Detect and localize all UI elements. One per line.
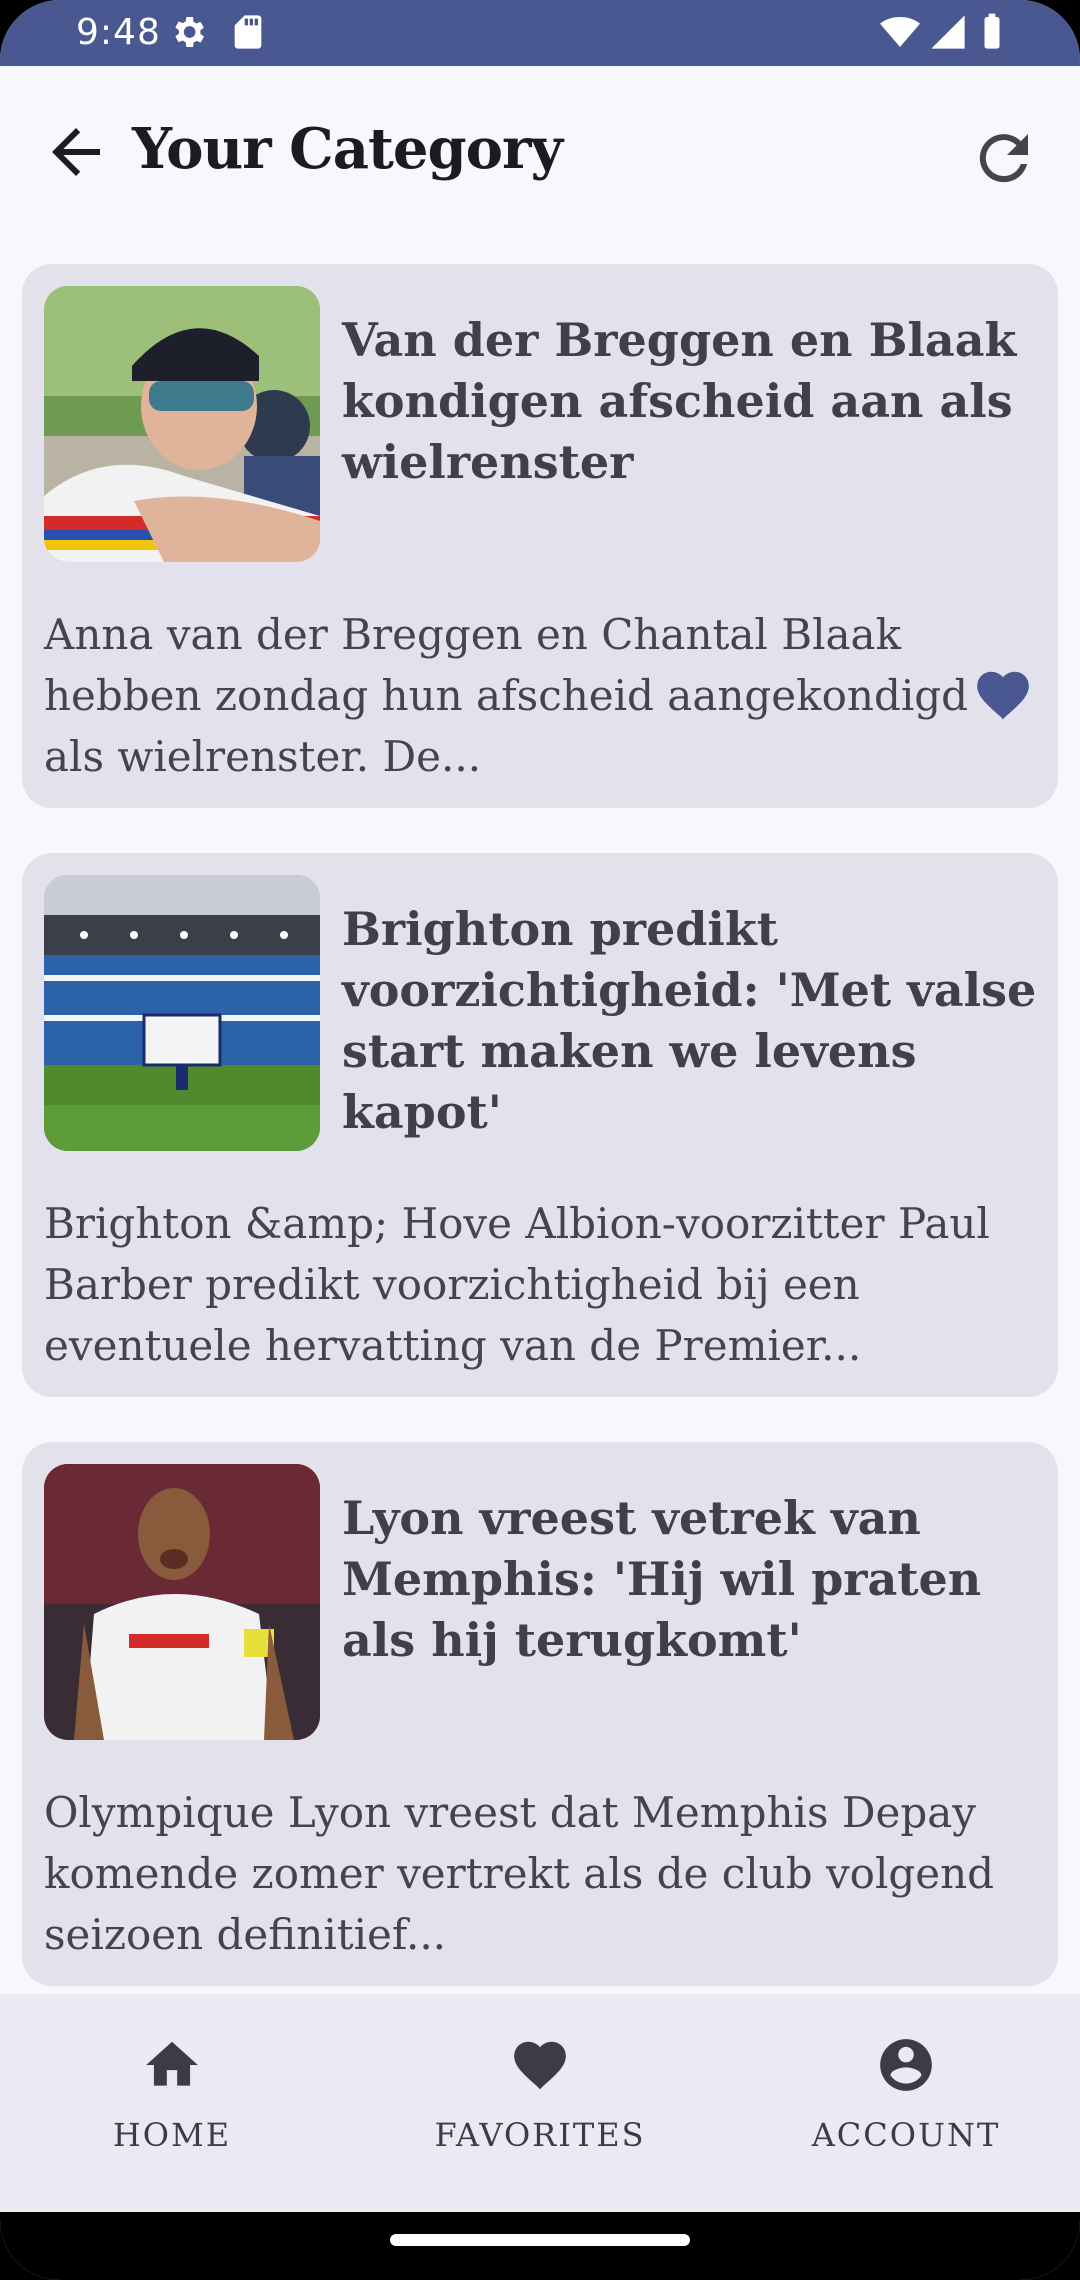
sim-card-icon (234, 15, 262, 49)
article-card[interactable]: Brighton predikt voorzichtigheid: 'Met v… (22, 853, 1058, 1397)
nav-item-favorites[interactable]: FAVORITES (380, 2034, 700, 2184)
nav-label: HOME (112, 2116, 232, 2154)
article-title: Lyon vreest vetrek van Memphis: 'Hij wil… (342, 1491, 982, 1667)
arrow-back-icon[interactable] (40, 116, 112, 188)
article-title: Brighton predikt voorzichtigheid: 'Met v… (342, 902, 1037, 1139)
article-title: Van der Breggen en Blaak kondigen afsche… (342, 313, 1017, 489)
gesture-bar (0, 2212, 1080, 2280)
nav-label: FAVORITES (434, 2116, 646, 2154)
battery-icon (984, 13, 1000, 49)
article-image-footballer (44, 1464, 320, 1740)
nav-item-account[interactable]: ACCOUNT (746, 2034, 1066, 2184)
app-bar: Your Category (0, 66, 1080, 244)
account-circle-icon (880, 2039, 932, 2091)
article-image-cyclist (44, 286, 320, 562)
article-card[interactable]: Van der Breggen en Blaak kondigen afsche… (22, 264, 1058, 808)
heart-icon[interactable] (972, 664, 1034, 726)
article-image-stadium (44, 875, 320, 1151)
article-card[interactable]: Lyon vreest vetrek van Memphis: 'Hij wil… (22, 1442, 1058, 1986)
status-bar: 9:48 (0, 0, 1080, 66)
heart-icon (514, 2041, 566, 2090)
status-time: 9:48 (76, 12, 161, 53)
phone-screen: 9:48 Your Category Van der Breggen en Bl… (0, 0, 1080, 2280)
wifi-icon (880, 17, 920, 47)
signal-icon (931, 15, 965, 49)
home-icon (146, 2041, 198, 2086)
bottom-navigation: HOME FAVORITES ACCOUNT (0, 1994, 1080, 2212)
article-description: Brighton &amp; Hove Albion-voorzitter Pa… (44, 1199, 990, 1370)
page-title: Your Category (132, 116, 563, 182)
article-description: Anna van der Breggen en Chantal Blaak he… (44, 610, 969, 781)
nav-item-home[interactable]: HOME (12, 2034, 332, 2184)
refresh-icon[interactable] (968, 122, 1040, 194)
settings-icon (175, 17, 204, 47)
article-description: Olympique Lyon vreest dat Memphis Depay … (44, 1788, 995, 1959)
nav-label: ACCOUNT (811, 2116, 1001, 2154)
home-gesture-handle[interactable] (390, 2234, 690, 2246)
